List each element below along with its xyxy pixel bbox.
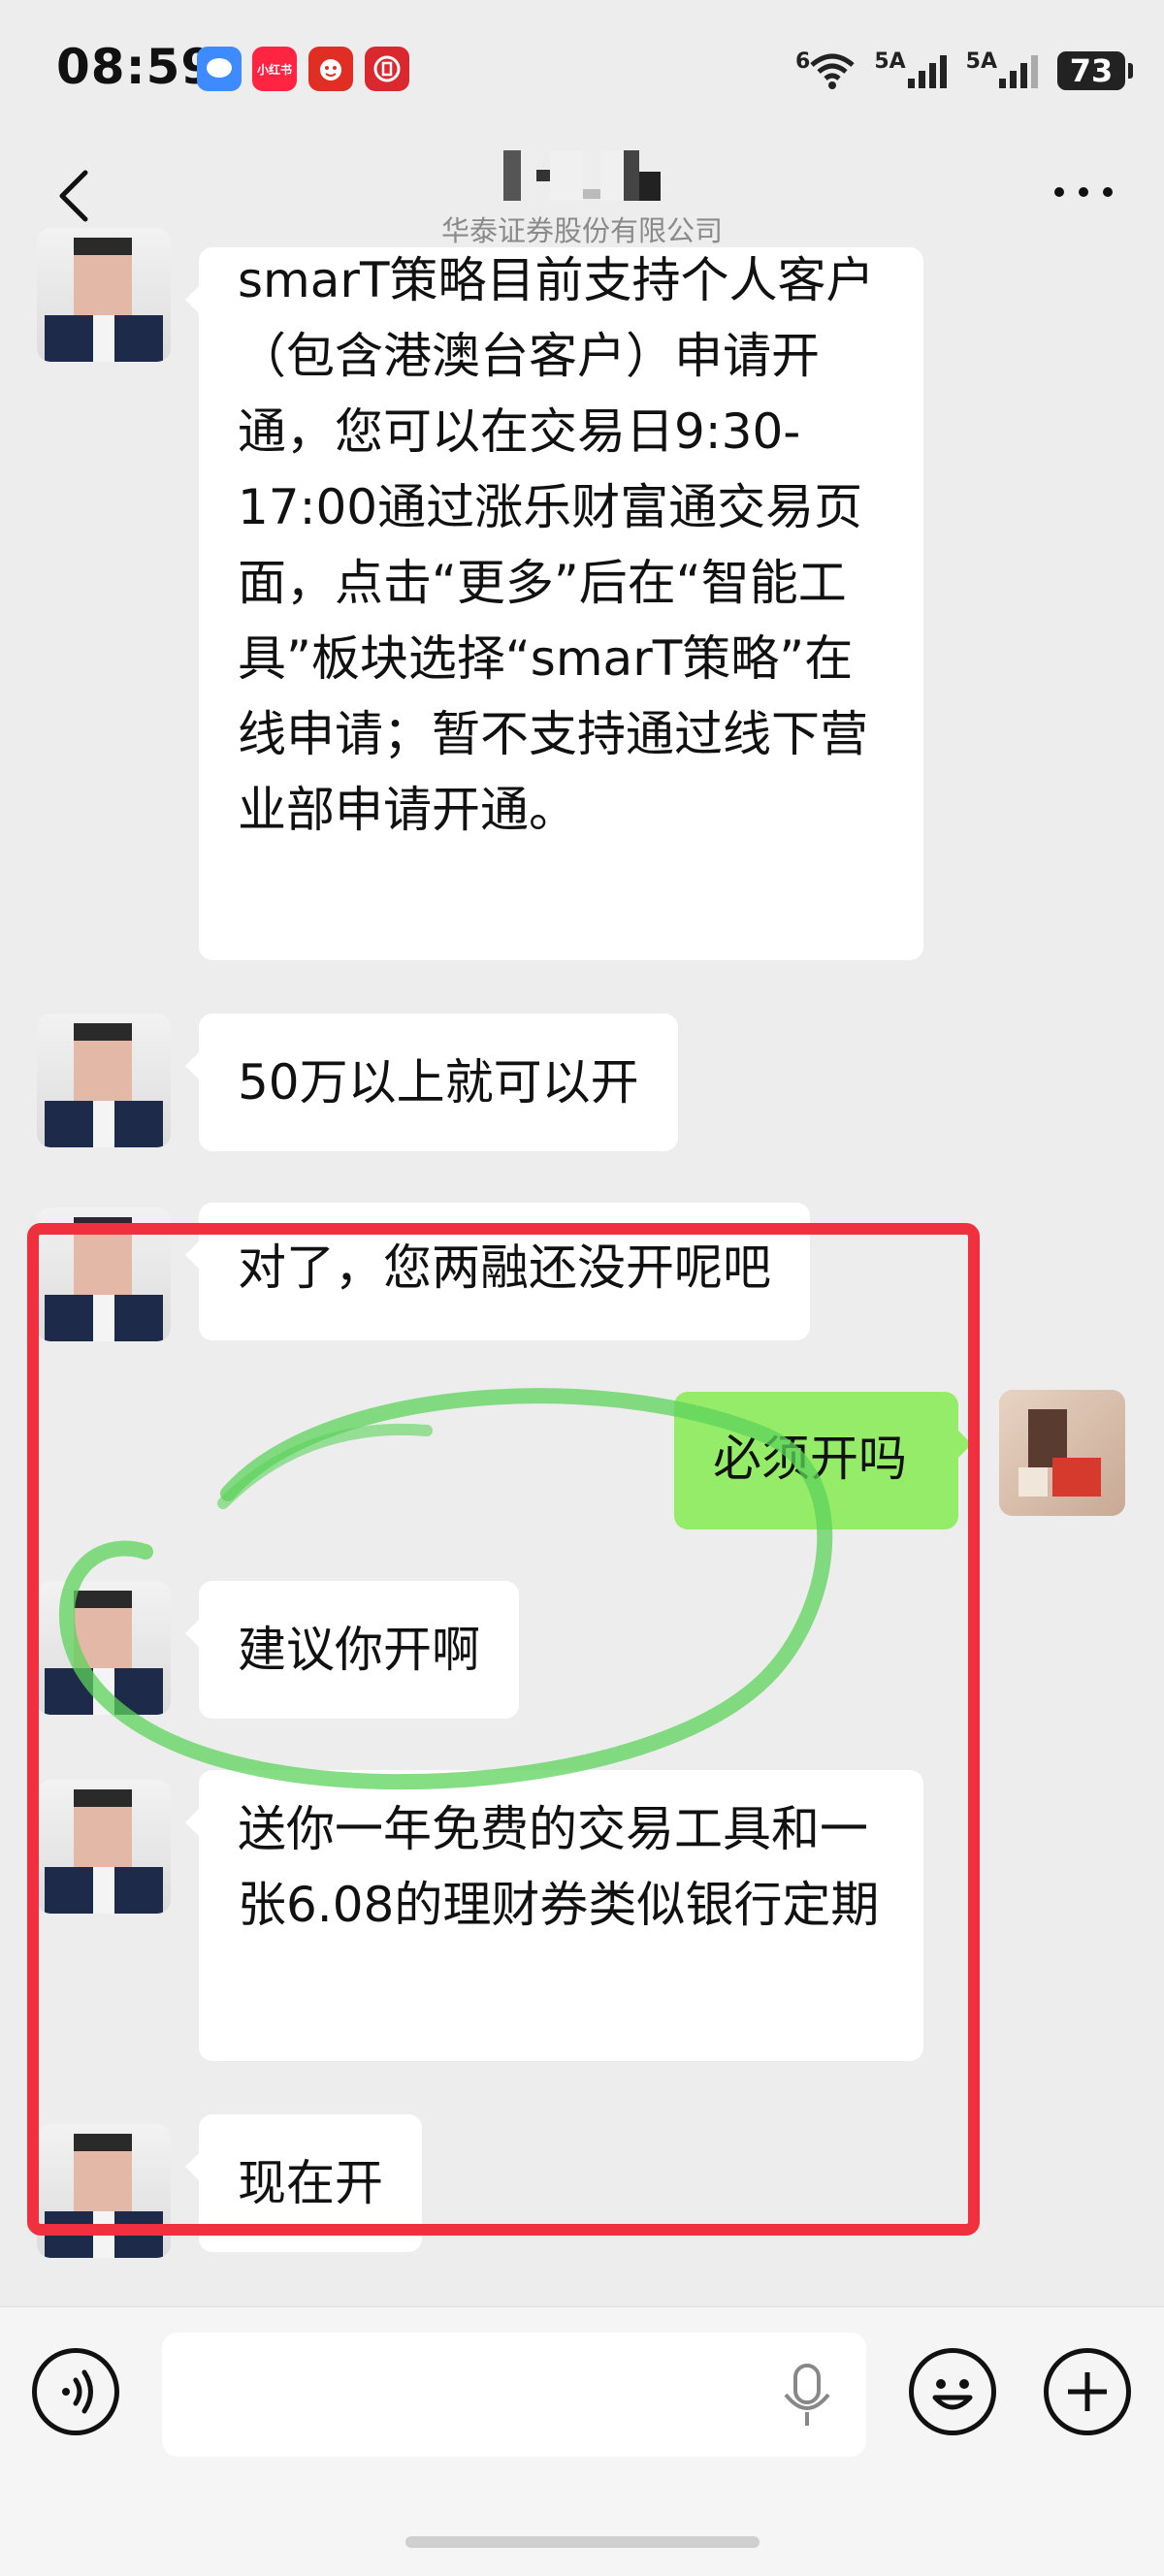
xiaohongshu-icon: 小红书 <box>252 47 297 91</box>
message-text: 送你一年免费的交易工具和一张6.08的理财券类似银行定期 <box>238 1801 880 1933</box>
message-text: 对了，您两融还没开呢吧 <box>238 1240 771 1296</box>
contact-avatar[interactable] <box>37 1780 171 1914</box>
add-attachment-button[interactable] <box>1044 2348 1131 2435</box>
contact-avatar[interactable] <box>37 1014 171 1147</box>
message-text: 50万以上就可以开 <box>238 1054 639 1111</box>
self-avatar[interactable] <box>999 1390 1125 1516</box>
home-indicator[interactable] <box>405 2536 760 2548</box>
message-bubble[interactable]: 50万以上就可以开 <box>185 1014 678 1151</box>
more-options-icon[interactable] <box>1050 182 1117 202</box>
message-bubble[interactable]: 现在开 <box>185 2114 422 2252</box>
message-text: 现在开 <box>238 2155 383 2211</box>
voice-wave-icon <box>62 2369 93 2414</box>
plus-icon <box>1068 2372 1107 2411</box>
pixelated-name <box>503 150 661 201</box>
contact-avatar[interactable] <box>37 228 171 362</box>
xiaohongshu-icon-label: 小红书 <box>256 62 292 77</box>
emoji-icon <box>932 2379 973 2410</box>
status-bar: 08:59 小红书 6 5A 5A 73 <box>0 0 1164 145</box>
unionpay-icon <box>365 47 409 91</box>
status-right: 6 5A 5A 73 <box>795 47 1133 95</box>
status-time: 08:59 <box>56 39 216 95</box>
contact-avatar[interactable] <box>37 1208 171 1341</box>
contact-avatar[interactable] <box>37 2124 171 2258</box>
signal-icon <box>999 55 1038 88</box>
signal-label-2: 5A <box>965 48 997 74</box>
message-app-icon <box>197 47 242 91</box>
message-input[interactable] <box>162 2333 866 2457</box>
battery-indicator: 73 <box>1057 51 1133 90</box>
message-text: smarT策略目前支持个人客户（包含港澳台客户）申请开通，您可以在交易日9:30… <box>238 252 875 838</box>
wifi-icon <box>810 53 855 89</box>
chat-title-pixelated <box>0 150 1164 201</box>
microphone-icon[interactable] <box>776 2362 838 2430</box>
contact-avatar[interactable] <box>37 1581 171 1715</box>
message-bubble[interactable]: 送你一年免费的交易工具和一张6.08的理财券类似银行定期 <box>185 1770 923 2061</box>
annotation-box <box>27 1223 980 2236</box>
emoji-button[interactable] <box>909 2348 996 2435</box>
message-bubble[interactable]: 建议你开啊 <box>185 1581 519 1719</box>
annotation-stroke <box>217 1423 433 1509</box>
message-bubble[interactable]: smarT策略目前支持个人客户（包含港澳台客户）申请开通，您可以在交易日9:30… <box>185 247 923 960</box>
wifi-label: 6 <box>795 48 811 74</box>
signal-icon <box>907 55 947 88</box>
pinduoduo-icon <box>308 47 353 91</box>
signal-label-1: 5A <box>874 48 906 74</box>
message-bubble[interactable]: 对了，您两融还没开呢吧 <box>185 1203 810 1340</box>
voice-toggle-button[interactable] <box>32 2348 119 2435</box>
message-bubble-self[interactable]: 必须开吗 <box>674 1392 972 1530</box>
message-text: 必须开吗 <box>713 1431 907 1487</box>
message-text: 建议你开啊 <box>238 1622 480 1678</box>
